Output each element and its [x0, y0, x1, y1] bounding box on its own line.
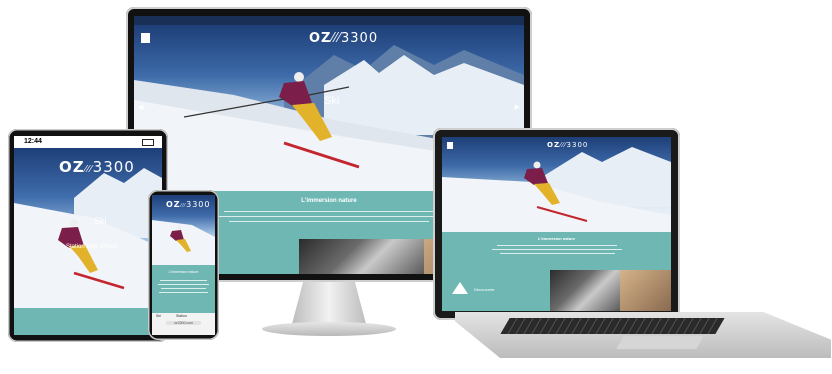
- phone-screen: OZ⁄⁄⁄3300 L'immersion nature Ski Station…: [152, 195, 215, 335]
- brand-slash: ⁄⁄⁄: [180, 203, 187, 209]
- browser-tab-2[interactable]: Station: [176, 314, 187, 318]
- mountain-graphic: [442, 147, 671, 232]
- intro-section: L'immersion nature: [442, 232, 671, 270]
- site-logo[interactable]: OZ⁄⁄⁄3300: [309, 31, 378, 46]
- gallery-image-right: [620, 270, 671, 311]
- hero-title: Ski: [94, 216, 107, 226]
- brand-name: OZ: [59, 158, 85, 176]
- gallery-image-center: [299, 239, 424, 274]
- hero-banner: OZ⁄⁄⁄3300: [442, 137, 671, 232]
- url-field[interactable]: oz3300.com: [166, 321, 201, 325]
- intro-section: L'immersion nature: [152, 265, 215, 313]
- site-logo[interactable]: OZ⁄⁄⁄3300: [59, 158, 135, 176]
- hero-subtitle: Station Alpe d'Huez: [66, 244, 119, 250]
- status-bar: 12:44: [14, 136, 162, 148]
- phone: OZ⁄⁄⁄3300 L'immersion nature Ski Station…: [148, 190, 219, 340]
- section-title: L'immersion nature: [538, 236, 575, 241]
- battery-icon: [142, 139, 154, 146]
- brand-name: OZ: [166, 200, 181, 209]
- discovery-card[interactable]: Découverte: [442, 270, 550, 311]
- brand-name: OZ: [309, 31, 332, 46]
- menu-icon[interactable]: [447, 142, 453, 149]
- intro-section: [14, 308, 162, 335]
- text-line: [159, 292, 208, 293]
- hero-banner: OZ⁄⁄⁄3300: [152, 195, 215, 265]
- gallery-image-center: [550, 270, 620, 311]
- brand-name: OZ: [547, 141, 561, 149]
- menu-icon[interactable]: [141, 33, 150, 43]
- hero-title: Ski: [324, 95, 340, 107]
- brand-slash: ⁄⁄⁄: [331, 31, 341, 46]
- laptop-keyboard: [500, 318, 725, 334]
- brand-altitude: 3300: [186, 200, 211, 209]
- laptop-trackpad: [616, 336, 704, 349]
- monitor-stand: [292, 282, 366, 324]
- tablet: 12:44 OZ⁄⁄⁄3300 Ski Station Alpe d'Huez: [8, 129, 168, 342]
- text-line: [229, 221, 429, 223]
- laptop: OZ⁄⁄⁄3300 L'immersion nature Découverte: [433, 128, 680, 320]
- brand-slash: ⁄⁄⁄: [84, 164, 93, 175]
- site-topbar: [134, 16, 524, 25]
- discovery-card-title: Découverte: [474, 287, 495, 292]
- text-line: [500, 253, 615, 254]
- site-logo[interactable]: OZ⁄⁄⁄3300: [166, 200, 210, 209]
- text-line: [158, 284, 209, 285]
- status-time: 12:44: [24, 138, 42, 145]
- section-title: L'immersion nature: [168, 270, 199, 274]
- browser-bar: Ski Station oz3300.com: [152, 313, 215, 335]
- text-line: [161, 288, 206, 289]
- text-line: [160, 280, 207, 281]
- chevron-left-icon[interactable]: ◀: [138, 103, 143, 111]
- brand-altitude: 3300: [92, 158, 135, 176]
- monitor-base: [262, 322, 396, 336]
- brand-slash: ⁄⁄⁄: [560, 141, 567, 149]
- text-line: [497, 245, 617, 246]
- tablet-screen: 12:44 OZ⁄⁄⁄3300 Ski Station Alpe d'Huez: [14, 136, 162, 335]
- browser-tab-1[interactable]: Ski: [156, 314, 161, 318]
- text-line: [492, 249, 622, 250]
- laptop-screen: OZ⁄⁄⁄3300 L'immersion nature Découverte: [442, 137, 671, 311]
- hero-banner: OZ⁄⁄⁄3300 Ski Station Alpe d'Huez: [14, 148, 162, 308]
- mountain-logo-icon: [452, 282, 468, 294]
- brand-altitude: 3300: [341, 31, 379, 46]
- brand-altitude: 3300: [566, 141, 589, 149]
- chevron-right-icon[interactable]: ▶: [515, 103, 520, 111]
- text-line: [224, 211, 434, 213]
- text-line: [214, 216, 444, 218]
- site-logo[interactable]: OZ⁄⁄⁄3300: [547, 141, 588, 149]
